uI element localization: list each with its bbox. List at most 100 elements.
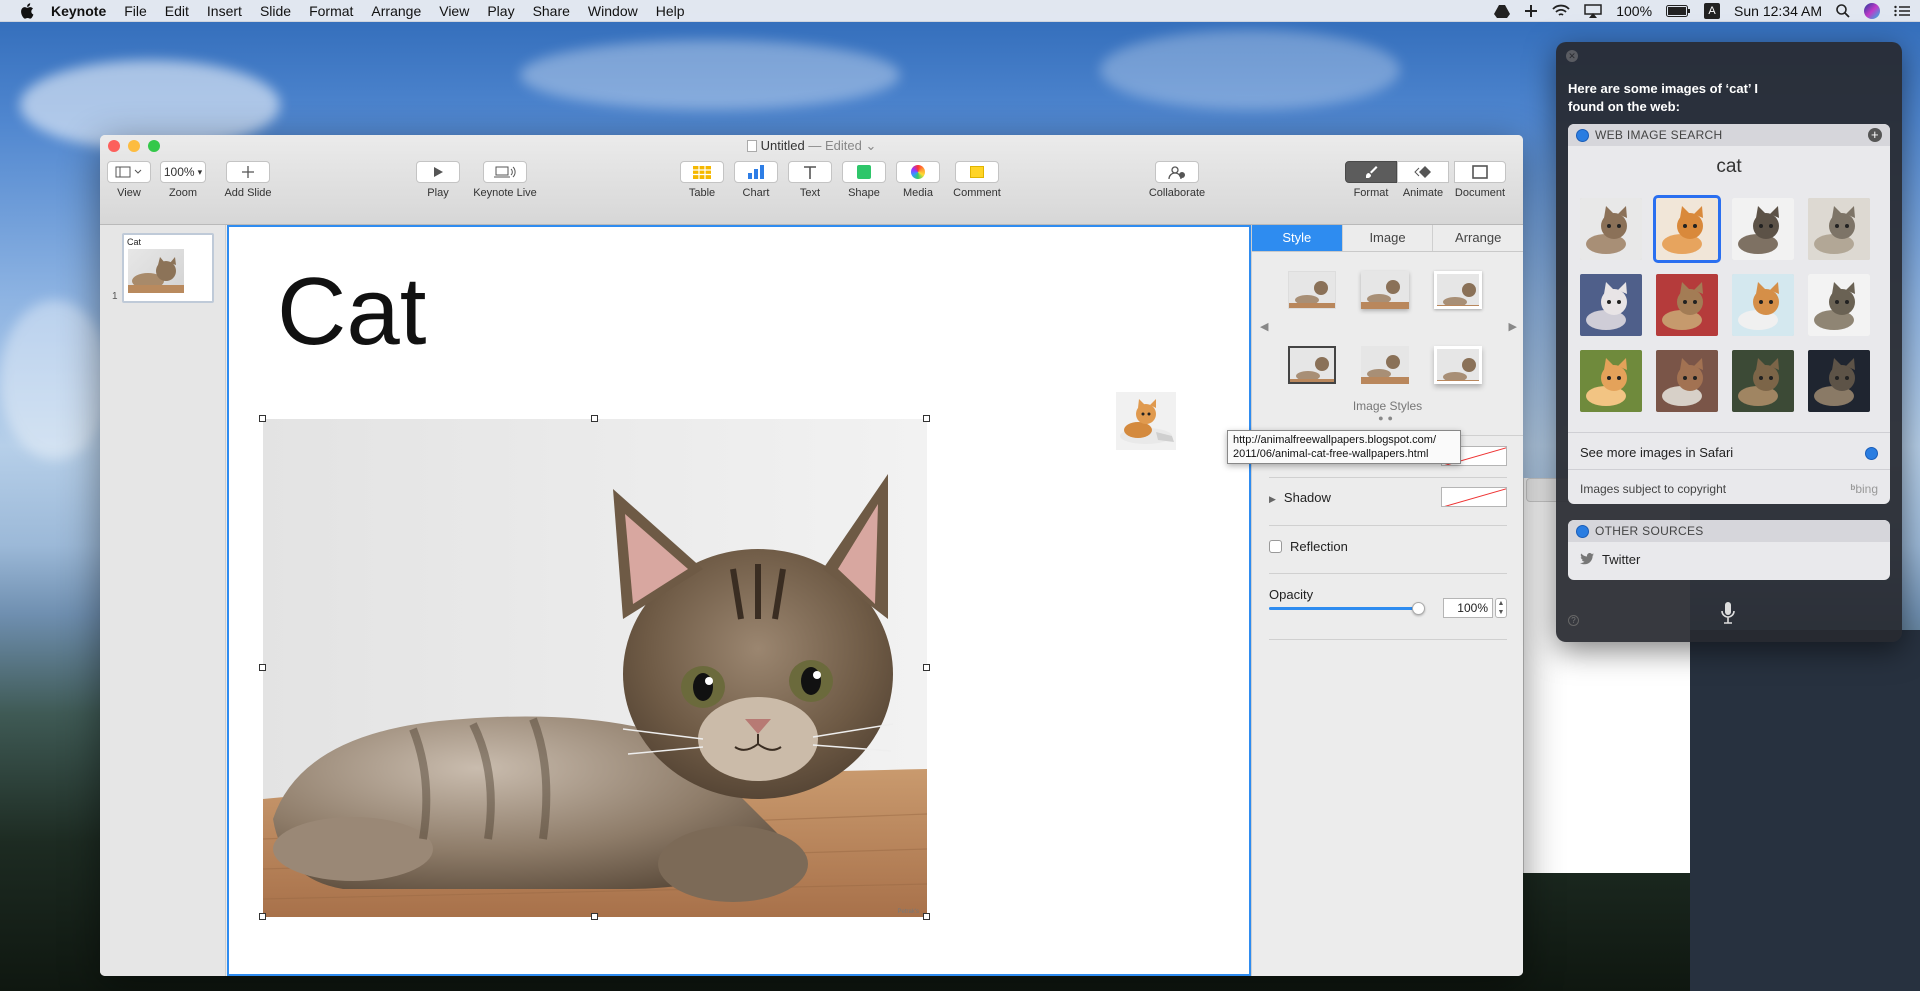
bing-logo[interactable]: ᵇbing xyxy=(1851,482,1878,496)
document-button[interactable] xyxy=(1454,161,1506,183)
media-toolbar-item[interactable]: Media xyxy=(896,161,940,199)
collaborate-toolbar-item[interactable]: Collaborate xyxy=(1144,161,1210,199)
image-style-3[interactable] xyxy=(1434,271,1482,309)
image-result-6[interactable] xyxy=(1656,274,1718,336)
image-style-2[interactable] xyxy=(1361,271,1409,309)
slide-canvas[interactable]: Cat Petrak's xyxy=(227,225,1251,976)
wifi-icon[interactable] xyxy=(1552,4,1570,18)
microphone-icon[interactable] xyxy=(1721,602,1735,624)
resize-handle-bottom-left[interactable] xyxy=(259,913,266,920)
chart-toolbar-item[interactable]: Chart xyxy=(734,161,778,199)
image-result-1[interactable] xyxy=(1580,198,1642,260)
menu-insert[interactable]: Insert xyxy=(198,3,251,19)
siri-icon[interactable] xyxy=(1864,3,1880,19)
notification-center-icon[interactable] xyxy=(1894,5,1910,17)
reflection-checkbox[interactable] xyxy=(1269,540,1282,553)
menu-arrange[interactable]: Arrange xyxy=(362,3,430,19)
format-toolbar-item[interactable]: Format xyxy=(1345,161,1397,199)
resize-handle-right[interactable] xyxy=(923,664,930,671)
view-button[interactable] xyxy=(107,161,151,183)
collaborate-button[interactable] xyxy=(1155,161,1199,183)
image-style-4[interactable] xyxy=(1288,346,1336,384)
image-result-5[interactable] xyxy=(1580,274,1642,336)
shape-button[interactable] xyxy=(842,161,886,183)
media-button[interactable] xyxy=(896,161,940,183)
twitter-row[interactable]: Twitter xyxy=(1580,552,1878,567)
image-style-5[interactable] xyxy=(1361,346,1409,384)
apple-menu-icon[interactable] xyxy=(20,2,36,20)
menu-help[interactable]: Help xyxy=(647,3,694,19)
menu-window[interactable]: Window xyxy=(579,3,647,19)
background-terminal-window[interactable] xyxy=(1690,630,1920,991)
animate-toolbar-item[interactable]: Animate xyxy=(1397,161,1449,199)
image-result-3[interactable] xyxy=(1732,198,1794,260)
image-style-1[interactable] xyxy=(1288,271,1336,309)
see-more-row[interactable]: See more images in Safari xyxy=(1580,445,1878,460)
shape-toolbar-item[interactable]: Shape xyxy=(842,161,886,199)
see-more-link[interactable]: See more images in Safari xyxy=(1580,445,1733,460)
tab-image[interactable]: Image xyxy=(1343,225,1434,251)
chart-button[interactable] xyxy=(734,161,778,183)
animate-button[interactable] xyxy=(1397,161,1449,183)
add-slide-button[interactable] xyxy=(226,161,270,183)
image-result-7[interactable] xyxy=(1732,274,1794,336)
image-result-4[interactable] xyxy=(1808,198,1870,260)
play-button[interactable] xyxy=(416,161,460,183)
page-dots[interactable]: ●● xyxy=(1252,413,1523,423)
menu-slide[interactable]: Slide xyxy=(251,3,300,19)
safari-compass-icon[interactable] xyxy=(1865,447,1878,460)
resize-handle-top[interactable] xyxy=(591,415,598,422)
menu-app-name[interactable]: Keynote xyxy=(42,3,115,19)
menu-format[interactable]: Format xyxy=(300,3,362,19)
cat-photo[interactable]: Petrak's xyxy=(263,419,927,917)
image-result-10[interactable] xyxy=(1656,350,1718,412)
add-slide-toolbar-item[interactable]: Add Slide xyxy=(218,161,278,199)
chevron-down-icon[interactable]: ⌄ xyxy=(862,138,876,153)
opacity-slider-knob[interactable] xyxy=(1412,602,1425,615)
text-toolbar-item[interactable]: Text xyxy=(788,161,832,199)
keynote-live-button[interactable] xyxy=(483,161,527,183)
shadow-swatch[interactable] xyxy=(1441,487,1507,507)
table-button[interactable] xyxy=(680,161,724,183)
disclosure-triangle-icon[interactable]: ▶ xyxy=(1269,494,1276,504)
image-result-2[interactable] xyxy=(1653,195,1721,263)
table-toolbar-item[interactable]: Table xyxy=(680,161,724,199)
input-source-icon[interactable]: A xyxy=(1704,3,1721,19)
battery-icon[interactable] xyxy=(1666,5,1691,17)
image-style-6[interactable] xyxy=(1434,346,1482,384)
menu-file[interactable]: File xyxy=(115,3,156,19)
keynote-live-toolbar-item[interactable]: Keynote Live xyxy=(470,161,540,199)
play-toolbar-item[interactable]: Play xyxy=(416,161,460,199)
menu-play[interactable]: Play xyxy=(478,3,523,19)
image-result-11[interactable] xyxy=(1732,350,1794,412)
text-button[interactable] xyxy=(788,161,832,183)
zoom-select[interactable]: 100% ▾ xyxy=(160,161,206,183)
dragged-cat-image[interactable] xyxy=(1116,392,1176,450)
format-button[interactable] xyxy=(1345,161,1397,183)
drive-icon[interactable] xyxy=(1494,4,1511,18)
opacity-stepper[interactable]: ▲ ▼ xyxy=(1495,598,1507,618)
menu-share[interactable]: Share xyxy=(524,3,579,19)
comment-button[interactable] xyxy=(955,161,999,183)
resize-handle-bottom[interactable] xyxy=(591,913,598,920)
tab-style[interactable]: Style xyxy=(1252,225,1343,251)
slide-thumbnail[interactable]: Cat xyxy=(122,233,214,303)
tab-arrange[interactable]: Arrange xyxy=(1433,225,1523,251)
resize-handle-left[interactable] xyxy=(259,664,266,671)
view-toolbar-item[interactable]: View xyxy=(107,161,151,199)
image-result-9[interactable] xyxy=(1580,350,1642,412)
menu-view[interactable]: View xyxy=(430,3,478,19)
spotlight-search-icon[interactable] xyxy=(1836,4,1850,18)
image-result-12[interactable] xyxy=(1808,350,1870,412)
add-icon[interactable]: + xyxy=(1868,128,1882,142)
clock[interactable]: Sun 12:34 AM xyxy=(1734,3,1822,19)
plus-cross-icon[interactable] xyxy=(1524,4,1538,18)
opacity-slider-track[interactable] xyxy=(1269,602,1425,615)
slide-title[interactable]: Cat xyxy=(277,257,426,367)
opacity-field[interactable]: 100% xyxy=(1443,598,1493,618)
menu-edit[interactable]: Edit xyxy=(156,3,198,19)
comment-toolbar-item[interactable]: Comment xyxy=(950,161,1004,199)
chevron-right-icon[interactable]: ▶ xyxy=(1509,320,1517,333)
resize-handle-top-left[interactable] xyxy=(259,415,266,422)
airplay-icon[interactable] xyxy=(1584,4,1602,18)
